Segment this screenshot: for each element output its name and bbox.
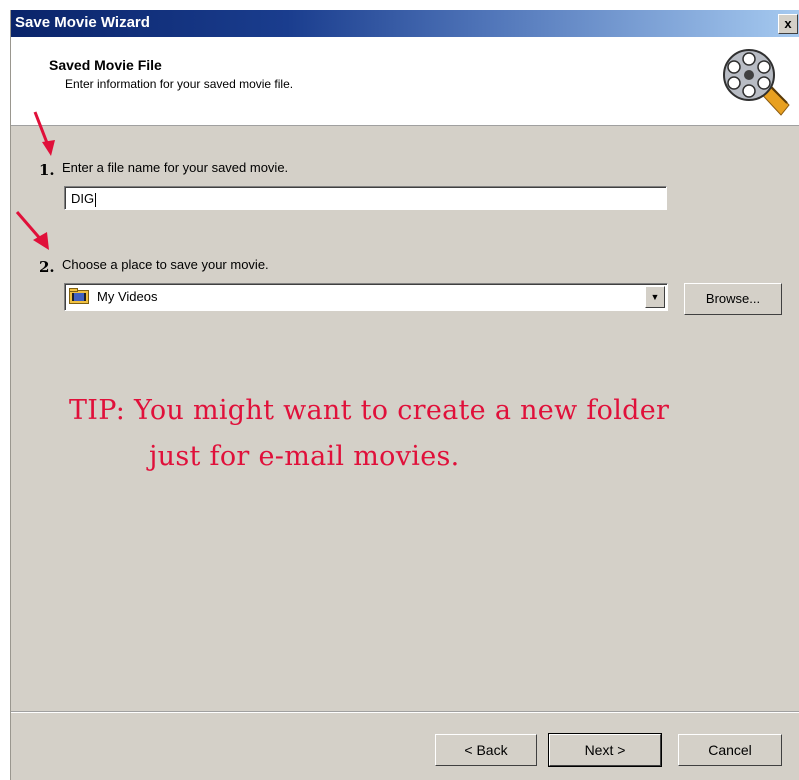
save-movie-wizard-window: Save Movie Wizard x Saved Movie File Ent… — [10, 10, 799, 780]
step-2-number: 2. — [39, 258, 55, 276]
file-name-input[interactable]: DIG — [64, 186, 667, 210]
text-caret — [95, 192, 97, 207]
window-title: Save Movie Wizard — [15, 14, 150, 31]
tip-annotation: TIP: You might want to create a new fold… — [69, 388, 669, 480]
save-location-value: My Videos — [97, 289, 158, 304]
step-1-number: 1. — [39, 161, 55, 179]
footer-divider — [11, 711, 799, 713]
film-reel-icon — [723, 49, 790, 116]
file-name-value: DIG — [71, 191, 95, 206]
step-2-label: Choose a place to save your movie. — [62, 257, 269, 272]
header-title: Saved Movie File — [49, 57, 162, 73]
my-videos-folder-icon — [69, 288, 89, 304]
browse-button[interactable]: Browse... — [684, 283, 782, 315]
next-button[interactable]: Next > — [548, 733, 662, 767]
tip-line-2: just for e-mail movies. — [149, 441, 460, 472]
back-button[interactable]: < Back — [435, 734, 537, 766]
tip-line-1: TIP: You might want to create a new fold… — [69, 395, 670, 426]
close-button[interactable]: x — [778, 14, 798, 34]
red-arrow-icon — [33, 111, 55, 156]
red-arrow-icon — [15, 211, 49, 250]
save-location-dropdown[interactable]: My Videos ▼ — [64, 283, 668, 311]
header-subtitle: Enter information for your saved movie f… — [65, 77, 294, 91]
wizard-header: Saved Movie File Enter information for y… — [11, 37, 799, 126]
dropdown-arrow-icon[interactable]: ▼ — [645, 286, 665, 308]
cancel-button[interactable]: Cancel — [678, 734, 782, 766]
step-1-label: Enter a file name for your saved movie. — [62, 160, 289, 175]
title-bar[interactable]: Save Movie Wizard x — [11, 10, 799, 37]
